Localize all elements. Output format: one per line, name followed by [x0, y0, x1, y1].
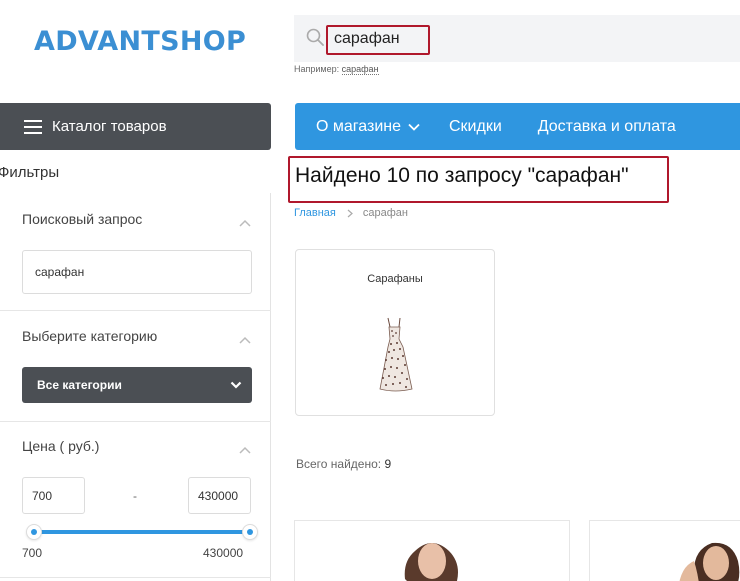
- category-card-name[interactable]: Сарафаны: [296, 273, 494, 285]
- filter-price-title[interactable]: Цена ( руб.): [22, 438, 99, 454]
- filter-category-title[interactable]: Выберите категорию: [22, 328, 157, 344]
- filter-query-title[interactable]: Поисковый запрос: [22, 211, 142, 227]
- results-total-label: Всего найдено:: [296, 457, 382, 471]
- search-example-link[interactable]: сарафан: [341, 64, 379, 75]
- product-image[interactable]: [590, 521, 740, 581]
- price-slider-track[interactable]: [34, 530, 250, 534]
- price-max-input[interactable]: 430000: [188, 477, 251, 514]
- price-min-input[interactable]: 700: [22, 477, 85, 514]
- category-select-value: Все категории: [37, 378, 122, 392]
- category-card[interactable]: Сарафаны: [295, 249, 495, 416]
- chevron-down-icon: [230, 381, 242, 389]
- chevron-up-icon[interactable]: [239, 219, 251, 227]
- filter-query-input[interactable]: сарафан: [22, 250, 252, 294]
- chevron-down-icon: [408, 123, 420, 131]
- nav-item-label: Скидки: [449, 117, 502, 135]
- price-slider-max-handle[interactable]: [242, 524, 258, 540]
- results-heading: Найдено 10 по запросу "сарафан": [295, 164, 629, 187]
- chevron-up-icon[interactable]: [239, 446, 251, 454]
- results-total: Всего найдено: 9: [296, 457, 391, 471]
- search-bar: [294, 15, 740, 62]
- breadcrumb-home[interactable]: Главная: [294, 207, 336, 219]
- category-select[interactable]: Все категории: [22, 367, 252, 403]
- price-range-max-label: 430000: [203, 546, 244, 560]
- price-slider-min-handle[interactable]: [26, 524, 42, 540]
- nav-item-about[interactable]: О магазине: [316, 118, 420, 136]
- chevron-right-icon: [347, 209, 353, 217]
- catalog-button-label: Каталог товаров: [52, 118, 167, 135]
- nav-item-label: О магазине: [316, 117, 401, 135]
- product-image[interactable]: [295, 521, 570, 581]
- breadcrumb: Главная сарафан: [294, 207, 408, 219]
- dress-image[interactable]: [378, 317, 414, 393]
- main-nav: О магазине Скидки Доставка и оплата: [295, 103, 740, 150]
- logo[interactable]: ADVANTSHOP: [34, 26, 246, 57]
- filters-title: Фильтры: [0, 164, 60, 181]
- chevron-up-icon[interactable]: [239, 336, 251, 344]
- product-card[interactable]: [294, 520, 570, 581]
- nav-item-discounts[interactable]: Скидки: [449, 118, 502, 136]
- product-card[interactable]: [589, 520, 740, 581]
- price-dash: -: [133, 489, 137, 503]
- catalog-button[interactable]: Каталог товаров: [0, 103, 271, 150]
- breadcrumb-current: сарафан: [362, 207, 408, 219]
- menu-icon: [24, 119, 42, 134]
- search-example-label: Например:: [294, 64, 340, 74]
- price-range-min-label: 700: [22, 546, 43, 560]
- search-icon[interactable]: [306, 28, 324, 46]
- search-input[interactable]: [328, 23, 708, 54]
- search-example: Например: сарафан: [294, 64, 379, 75]
- nav-item-delivery[interactable]: Доставка и оплата: [538, 118, 676, 136]
- results-total-count: 9: [384, 457, 392, 471]
- nav-item-label: Доставка и оплата: [537, 117, 676, 135]
